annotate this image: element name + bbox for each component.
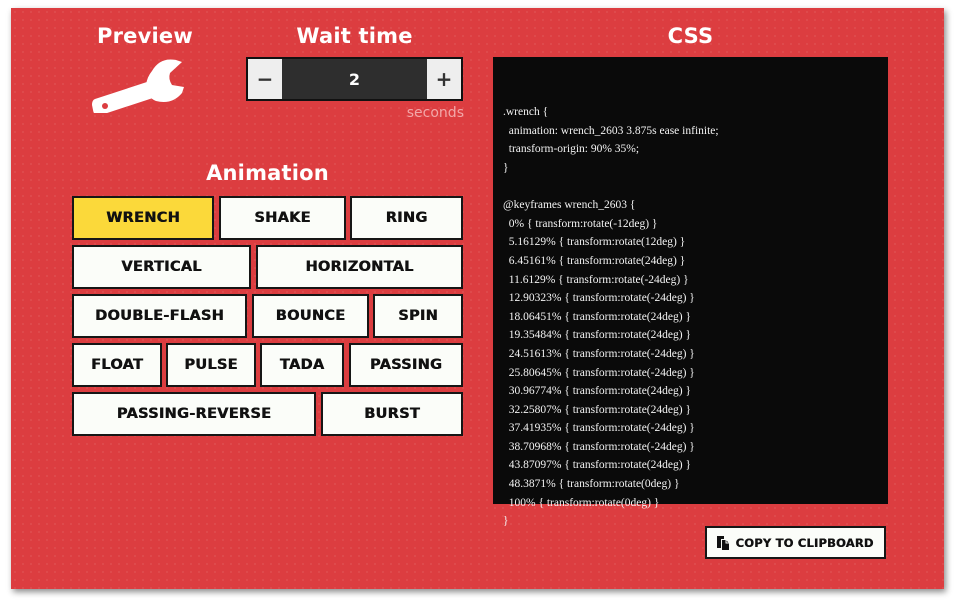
code-line: 30.96774% { transform:rotate(24deg) }: [503, 385, 691, 398]
code-line: animation: wrench_2603 3.875s ease infin…: [503, 124, 719, 137]
copy-to-clipboard-label: COPY TO CLIPBOARD: [735, 535, 874, 550]
animation-option-wrench[interactable]: WRENCH: [72, 196, 214, 240]
animation-option-horizontal[interactable]: HORIZONTAL: [256, 245, 463, 289]
animation-option-tada[interactable]: TADA: [260, 343, 344, 387]
code-line: 48.3871% { transform:rotate(0deg) }: [503, 478, 680, 491]
decrement-button[interactable]: −: [248, 59, 282, 99]
code-line: 24.51613% { transform:rotate(-24deg) }: [503, 347, 695, 360]
increment-button[interactable]: +: [427, 59, 461, 99]
animation-option-burst[interactable]: BURST: [321, 392, 463, 436]
code-line: 0% { transform:rotate(-12deg) }: [503, 217, 658, 230]
animation-option-double-flash[interactable]: DOUBLE-FLASH: [72, 294, 247, 338]
code-line: }: [503, 161, 509, 174]
code-line: 11.6129% { transform:rotate(-24deg) }: [503, 273, 689, 286]
code-line: @keyframes wrench_2603 {: [503, 199, 636, 212]
preview-heading: Preview: [97, 24, 193, 48]
css-code-output[interactable]: .wrench { animation: wrench_2603 3.875s …: [493, 57, 888, 527]
animation-option-ring[interactable]: RING: [350, 196, 463, 240]
animation-option-pulse[interactable]: PULSE: [166, 343, 256, 387]
code-line: 32.25807% { transform:rotate(24deg) }: [503, 403, 691, 416]
animation-heading: Animation: [206, 161, 329, 185]
copy-to-clipboard-button[interactable]: COPY TO CLIPBOARD: [705, 526, 886, 559]
animation-option-spin[interactable]: SPIN: [373, 294, 463, 338]
code-line: 18.06451% { transform:rotate(24deg) }: [503, 310, 691, 323]
code-line: 25.80645% { transform:rotate(-24deg) }: [503, 366, 695, 379]
code-line: 12.90323% { transform:rotate(-24deg) }: [503, 292, 695, 305]
code-line: 100% { transform:rotate(0deg) }: [503, 496, 660, 509]
code-line: 5.16129% { transform:rotate(12deg) }: [503, 236, 686, 249]
wait-time-unit: seconds: [406, 105, 464, 121]
animation-option-shake[interactable]: SHAKE: [219, 196, 346, 240]
css-heading: CSS: [667, 24, 714, 48]
clipboard-copy-icon: [717, 535, 730, 550]
code-line: 38.70968% { transform:rotate(-24deg) }: [503, 440, 695, 453]
animation-option-passing[interactable]: PASSING: [349, 343, 463, 387]
wait-time-heading: Wait time: [296, 24, 413, 48]
code-line: 37.41935% { transform:rotate(-24deg) }: [503, 422, 695, 435]
code-line: 19.35484% { transform:rotate(24deg) }: [503, 329, 691, 342]
wait-time-stepper: − 2 +: [246, 57, 463, 101]
code-line: .wrench {: [503, 106, 549, 119]
animation-option-vertical[interactable]: VERTICAL: [72, 245, 251, 289]
wait-time-value[interactable]: 2: [282, 59, 427, 99]
code-line: transform-origin: 90% 35%;: [503, 143, 640, 156]
animation-option-passing-reverse[interactable]: PASSING-REVERSE: [72, 392, 316, 436]
code-line: 43.87097% { transform:rotate(24deg) }: [503, 459, 691, 472]
animation-option-bounce[interactable]: BOUNCE: [252, 294, 369, 338]
code-line: 6.45161% { transform:rotate(24deg) }: [503, 254, 686, 267]
animation-option-float[interactable]: FLOAT: [72, 343, 162, 387]
wrench-icon: [92, 59, 184, 113]
